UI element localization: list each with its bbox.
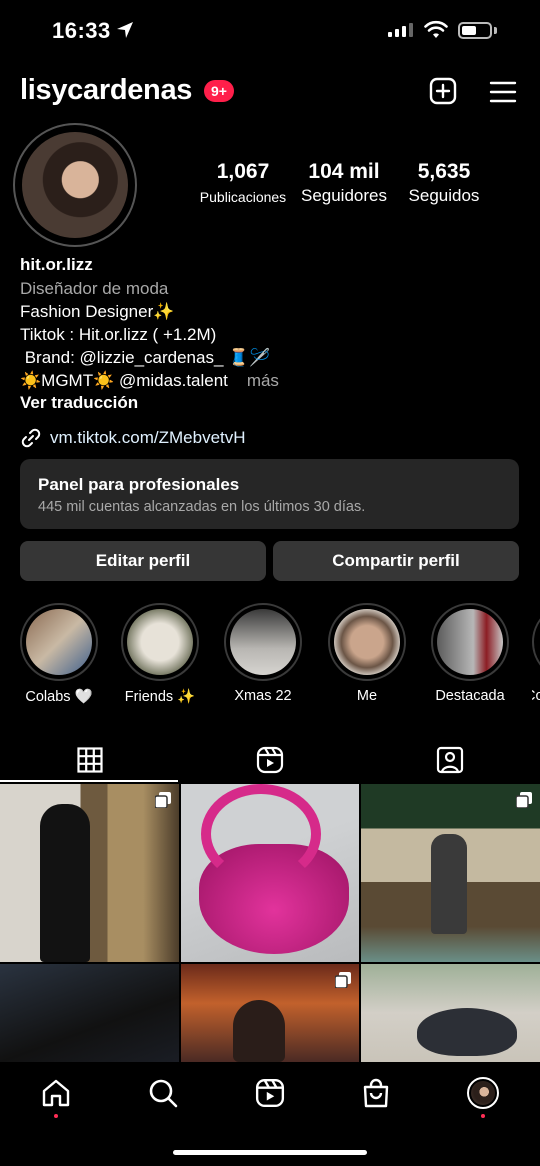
search-icon xyxy=(149,1079,178,1108)
shopping-bag-icon xyxy=(363,1078,389,1108)
tab-reels[interactable] xyxy=(180,737,360,783)
bio-category: Diseñador de moda xyxy=(20,279,169,298)
nav-profile-avatar xyxy=(471,1081,495,1105)
reels-icon xyxy=(256,746,284,774)
post-figure xyxy=(40,804,90,962)
hamburger-menu-icon xyxy=(489,81,517,103)
grid-icon xyxy=(77,747,103,773)
profile-username-switcher[interactable]: lisycardenas xyxy=(20,74,192,107)
menu-button[interactable] xyxy=(488,78,518,106)
share-profile-button[interactable]: Compartir perfil xyxy=(273,541,519,581)
highlight-cover xyxy=(230,609,296,675)
highlight-ring xyxy=(224,603,302,681)
highlight-label: Xmas 22 xyxy=(234,688,292,704)
profile-avatar[interactable] xyxy=(22,132,128,238)
bio-line: Tiktok : Hit.or.lizz ( +1.2M) xyxy=(20,325,217,344)
highlight-item[interactable]: Destacada xyxy=(429,603,511,704)
bio-link-text: vm.tiktok.com/ZMebvetvH xyxy=(50,428,246,447)
carousel-icon xyxy=(335,972,351,988)
post-figure xyxy=(233,1000,285,1062)
grid-post[interactable] xyxy=(181,784,359,962)
new-post-button[interactable] xyxy=(428,76,458,106)
active-tab-indicator xyxy=(0,780,178,782)
stat-posts-label: Publicaciones xyxy=(199,189,287,205)
bio-line: Fashion Designer✨ xyxy=(20,302,175,321)
bio-line: Brand: @lizzie_cardenas_ 🧵🪡 xyxy=(20,348,271,367)
bio-more-link[interactable]: más xyxy=(247,371,279,390)
professional-dashboard[interactable]: Panel para profesionales 445 mil cuentas… xyxy=(20,459,519,529)
highlight-label: Colabs 🤍 xyxy=(25,689,93,705)
notification-badge[interactable]: 9+ xyxy=(204,80,234,102)
highlight-item[interactable]: Me xyxy=(326,603,408,704)
bio-display-name: hit.or.lizz xyxy=(20,255,93,274)
highlight-cover xyxy=(127,609,193,675)
highlight-ring xyxy=(328,603,406,681)
highlight-label: Me xyxy=(356,688,378,704)
nav-home-dot xyxy=(54,1114,58,1118)
nav-reels[interactable] xyxy=(250,1075,290,1111)
reels-icon xyxy=(255,1078,285,1108)
stat-posts[interactable]: 1,067 Publicaciones xyxy=(197,160,289,205)
bio-link[interactable]: vm.tiktok.com/ZMebvetvH xyxy=(20,427,246,449)
status-time: 16:33 xyxy=(52,18,111,43)
see-translation-link[interactable]: Ver traducción xyxy=(20,393,138,413)
link-icon xyxy=(21,428,41,448)
stat-followers-value: 104 mil xyxy=(308,160,380,183)
bio-line-mgmt: ☀️MGMT☀️ @midas.talent más xyxy=(20,371,279,391)
plus-square-icon xyxy=(429,77,457,105)
battery-icon xyxy=(458,22,492,39)
highlight-label: Co xyxy=(532,688,540,704)
stat-posts-value: 1,067 xyxy=(216,160,270,183)
grid-post[interactable] xyxy=(0,784,179,962)
nav-home[interactable] xyxy=(36,1075,76,1111)
grid-post[interactable] xyxy=(361,784,540,962)
tagged-person-icon xyxy=(436,746,464,774)
highlight-cover xyxy=(26,609,92,675)
nav-profile-avatar-ring xyxy=(467,1077,499,1109)
battery-tip xyxy=(494,27,497,34)
highlight-ring xyxy=(121,603,199,681)
edit-profile-button[interactable]: Editar perfil xyxy=(20,541,266,581)
highlight-item[interactable]: Co xyxy=(532,603,540,704)
post-bag xyxy=(417,1008,517,1056)
post-bag-handle xyxy=(201,784,321,884)
stat-following[interactable]: 5,635 Seguidos xyxy=(400,160,488,206)
pro-panel-subtitle: 445 mil cuentas alcanzadas en los último… xyxy=(38,499,366,515)
grid-post[interactable] xyxy=(0,964,179,1062)
highlight-item[interactable]: Xmas 22 xyxy=(222,603,304,704)
location-arrow-icon xyxy=(117,22,133,38)
nav-search[interactable] xyxy=(143,1075,183,1111)
highlight-ring xyxy=(20,603,98,681)
highlight-label: Destacada xyxy=(435,688,505,704)
tab-posts-grid[interactable] xyxy=(0,737,180,783)
carousel-icon xyxy=(516,792,532,808)
highlight-cover xyxy=(437,609,503,675)
nav-profile[interactable] xyxy=(463,1075,503,1111)
pro-panel-title: Panel para profesionales xyxy=(38,475,240,494)
highlight-item[interactable]: Colabs 🤍 xyxy=(18,603,100,705)
highlight-label: Friends ✨ xyxy=(124,689,196,705)
nav-shop[interactable] xyxy=(356,1075,396,1111)
stat-following-value: 5,635 xyxy=(417,160,471,183)
stat-followers[interactable]: 104 mil Seguidores xyxy=(296,160,392,206)
stat-followers-label: Seguidores xyxy=(300,186,387,205)
home-indicator[interactable] xyxy=(173,1150,367,1155)
tab-tagged[interactable] xyxy=(360,737,540,783)
highlight-ring xyxy=(431,603,509,681)
grid-post[interactable] xyxy=(181,964,359,1062)
highlight-cover xyxy=(334,609,400,675)
highlight-ring xyxy=(532,603,540,681)
highlight-item[interactable]: Friends ✨ xyxy=(119,603,201,705)
carousel-icon xyxy=(155,792,171,808)
home-icon xyxy=(42,1079,70,1107)
bio-line-text: ☀️MGMT☀️ @midas.talent xyxy=(20,371,228,390)
grid-post[interactable] xyxy=(361,964,540,1062)
stat-following-label: Seguidos xyxy=(408,186,480,205)
nav-profile-dot xyxy=(481,1114,485,1118)
cellular-signal-icon xyxy=(388,23,413,37)
wifi-icon xyxy=(424,20,448,38)
post-figure xyxy=(431,834,467,934)
